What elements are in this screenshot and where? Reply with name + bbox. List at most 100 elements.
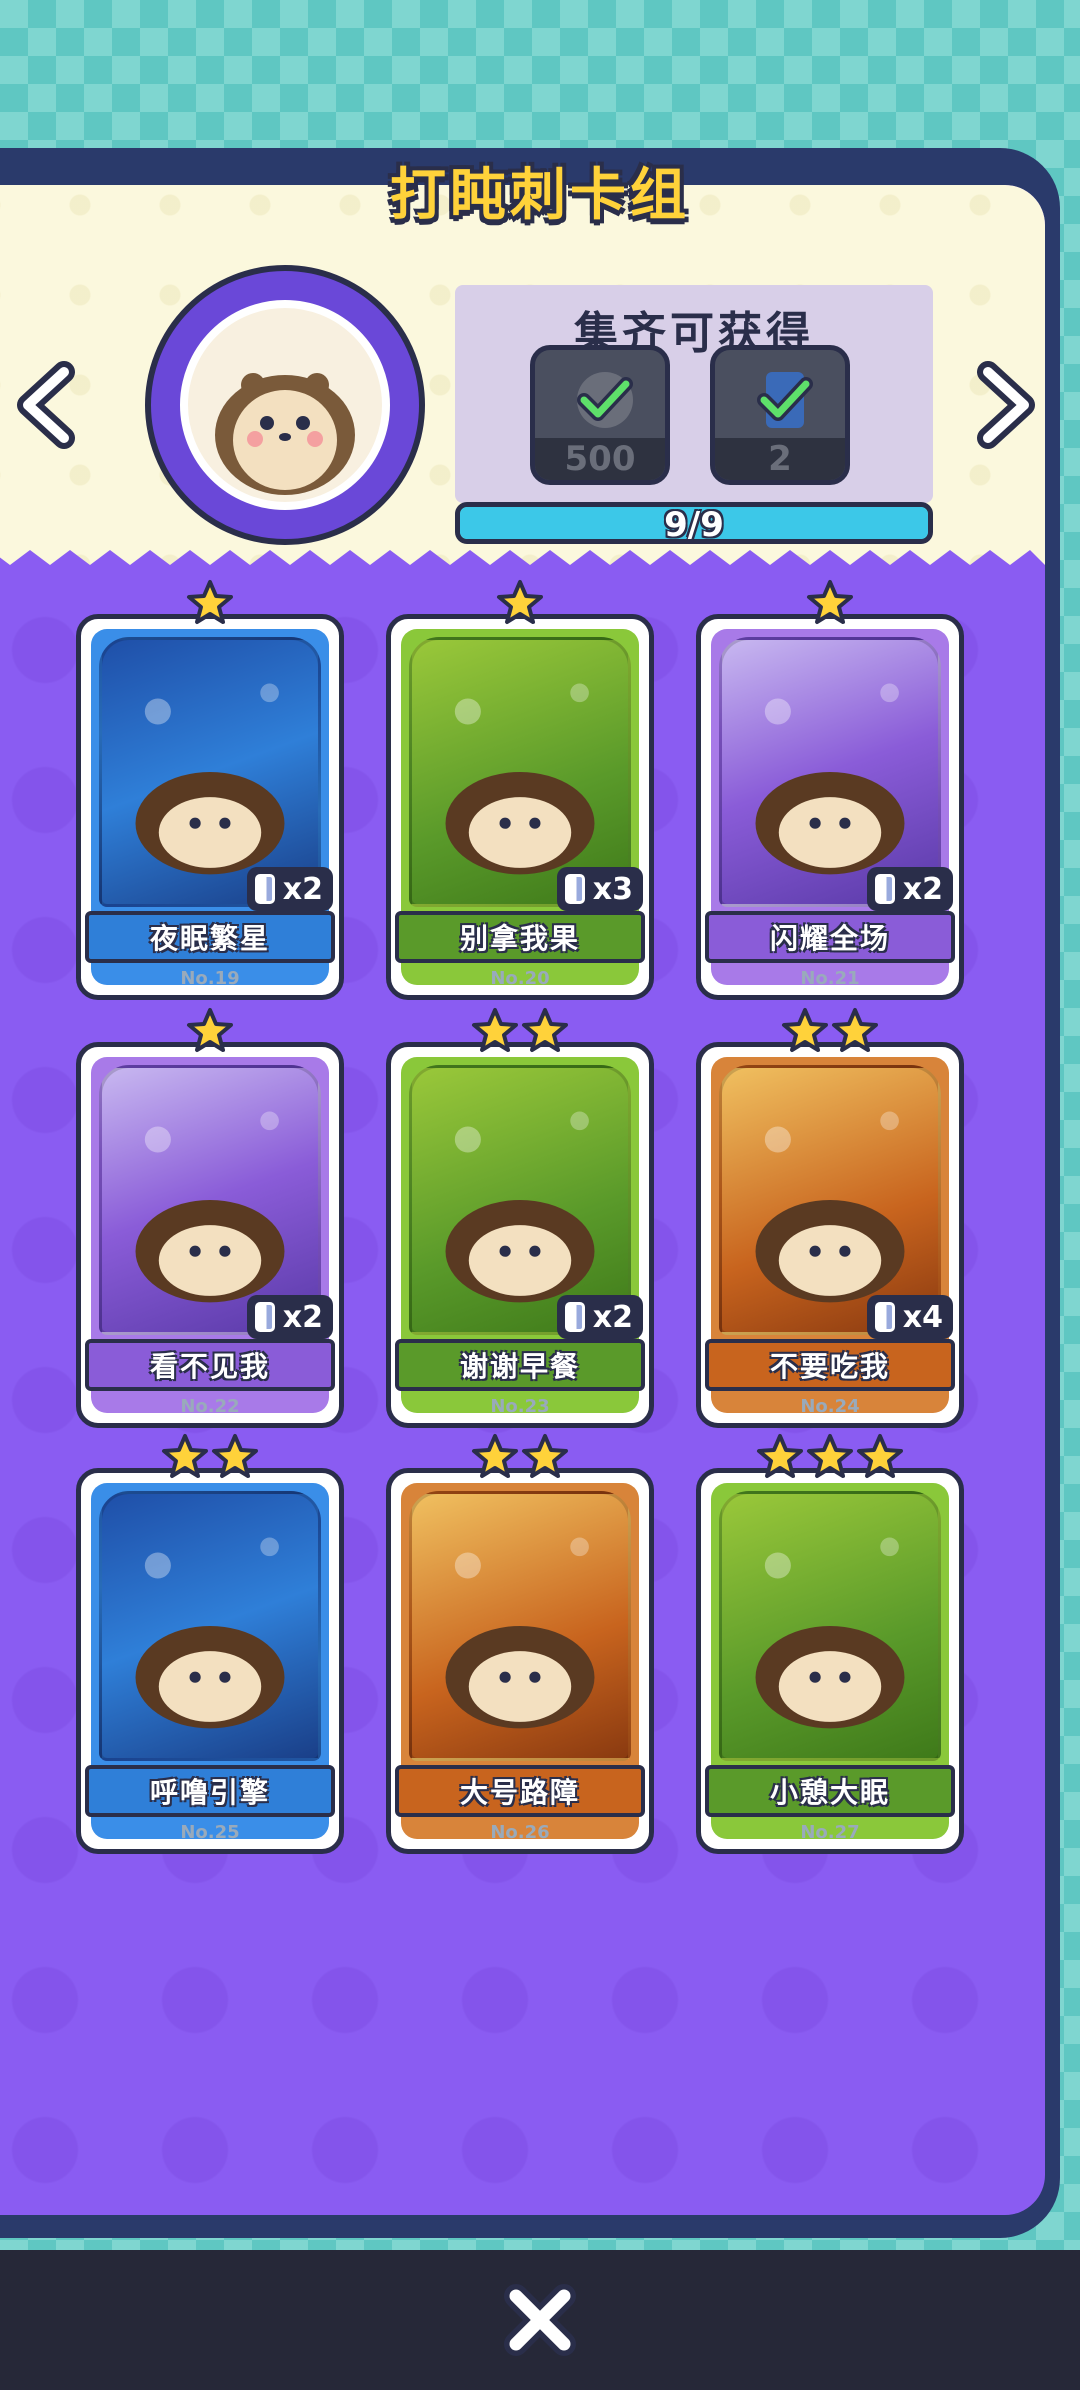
card[interactable]: 呼噜引擎 No.25 xyxy=(76,1434,344,1854)
card-name: 小憩大眠 xyxy=(705,1765,955,1817)
card-stars xyxy=(81,1433,339,1481)
card-number: No.27 xyxy=(800,1822,860,1843)
card-count: x2 xyxy=(902,871,943,907)
star-icon xyxy=(807,580,853,624)
hedgehog-illustration-icon xyxy=(445,1111,595,1303)
star-icon xyxy=(162,1434,208,1478)
progress-label: 9/9 xyxy=(664,505,724,545)
star-icon xyxy=(757,1434,803,1478)
card-number: No.26 xyxy=(490,1822,550,1843)
card-count: x2 xyxy=(282,871,323,907)
card-name: 别拿我果 xyxy=(395,911,645,963)
card-copy-icon xyxy=(564,1302,585,1332)
hedgehog-illustration-icon xyxy=(755,683,905,875)
card[interactable]: x2 闪耀全场 No.21 xyxy=(696,580,964,1000)
card-count: x3 xyxy=(592,871,633,907)
card-name: 不要吃我 xyxy=(705,1339,955,1391)
card[interactable]: 大号路障 No.26 xyxy=(386,1434,654,1854)
card[interactable]: x2 谢谢早餐 No.23 xyxy=(386,1008,654,1428)
coin-reward: 500 xyxy=(530,345,670,485)
card-stars xyxy=(81,579,339,627)
card-count-badge: x2 xyxy=(246,867,333,911)
card-count: x2 xyxy=(592,1299,633,1335)
card-name: 谢谢早餐 xyxy=(395,1339,645,1391)
card-artwork xyxy=(719,1491,941,1761)
next-deck-button[interactable] xyxy=(970,360,1040,450)
star-icon xyxy=(807,1434,853,1478)
card-copy-icon xyxy=(254,874,275,904)
card-artwork xyxy=(99,1491,321,1761)
card-count-badge: x4 xyxy=(866,1295,953,1339)
card-copy-icon xyxy=(254,1302,275,1332)
star-icon xyxy=(832,1008,878,1052)
chevron-left-icon xyxy=(17,361,75,449)
collection-progress-bar: 9/9 xyxy=(455,502,933,545)
card[interactable]: x2 看不见我 No.22 xyxy=(76,1008,344,1428)
deck-title: 打盹刺卡组 xyxy=(390,163,690,228)
card-number: No.21 xyxy=(800,968,860,989)
card-number: No.20 xyxy=(490,968,550,989)
card-count-badge: x2 xyxy=(866,867,953,911)
hedgehog-illustration-icon xyxy=(445,683,595,875)
prev-deck-button[interactable] xyxy=(12,360,82,450)
card-stars xyxy=(701,1433,959,1481)
star-icon xyxy=(472,1434,518,1478)
hedgehog-illustration-icon xyxy=(135,1111,285,1303)
hedgehog-illustration-icon xyxy=(445,1537,595,1729)
card-copy-icon xyxy=(874,874,895,904)
reward-title: 集齐可获得 xyxy=(574,308,814,359)
card-stars xyxy=(701,579,959,627)
card-stars xyxy=(391,1433,649,1481)
collection-reward-box: 集齐可获得 500 2 xyxy=(455,285,933,503)
card-stars xyxy=(81,1007,339,1055)
coin-reward-value: 500 xyxy=(535,438,665,480)
star-icon xyxy=(187,1008,233,1052)
card-pack-reward-value: 2 xyxy=(715,438,845,480)
card-count-badge: x2 xyxy=(246,1295,333,1339)
hedgehog-illustration-icon xyxy=(755,1111,905,1303)
card-number: No.25 xyxy=(180,1822,240,1843)
card[interactable]: x3 别拿我果 No.20 xyxy=(386,580,654,1000)
check-icon xyxy=(577,372,633,428)
card[interactable]: x4 不要吃我 No.24 xyxy=(696,1008,964,1428)
star-icon xyxy=(522,1008,568,1052)
card-name: 大号路障 xyxy=(395,1765,645,1817)
chevron-right-icon xyxy=(977,361,1035,449)
close-icon xyxy=(504,2284,576,2356)
star-icon xyxy=(857,1434,903,1478)
star-icon xyxy=(187,580,233,624)
card-artwork xyxy=(409,1491,631,1761)
card-name: 呼噜引擎 xyxy=(85,1765,335,1817)
hedgehog-portrait-icon xyxy=(215,373,355,495)
card-count-badge: x3 xyxy=(556,867,643,911)
card-copy-icon xyxy=(874,1302,895,1332)
close-button[interactable] xyxy=(500,2280,580,2360)
card-count-badge: x2 xyxy=(556,1295,643,1339)
card-count: x4 xyxy=(902,1299,943,1335)
card-number: No.23 xyxy=(490,1396,550,1417)
star-icon xyxy=(522,1434,568,1478)
star-icon xyxy=(497,580,543,624)
hedgehog-illustration-icon xyxy=(755,1537,905,1729)
card[interactable]: x2 夜眠繁星 No.19 xyxy=(76,580,344,1000)
star-icon xyxy=(782,1008,828,1052)
hedgehog-illustration-icon xyxy=(135,1537,285,1729)
card-number: No.24 xyxy=(800,1396,860,1417)
card-stars xyxy=(701,1007,959,1055)
card[interactable]: 小憩大眠 No.27 xyxy=(696,1434,964,1854)
card-stars xyxy=(391,1007,649,1055)
card-number: No.19 xyxy=(180,968,240,989)
card-number: No.22 xyxy=(180,1396,240,1417)
deck-avatar xyxy=(145,265,425,545)
card-name: 闪耀全场 xyxy=(705,911,955,963)
card-copy-icon xyxy=(564,874,585,904)
card-count: x2 xyxy=(282,1299,323,1335)
card-name: 看不见我 xyxy=(85,1339,335,1391)
card-pack-reward: 2 xyxy=(710,345,850,485)
hedgehog-illustration-icon xyxy=(135,683,285,875)
card-name: 夜眠繁星 xyxy=(85,911,335,963)
star-icon xyxy=(212,1434,258,1478)
star-icon xyxy=(472,1008,518,1052)
card-stars xyxy=(391,579,649,627)
check-icon xyxy=(757,372,813,428)
